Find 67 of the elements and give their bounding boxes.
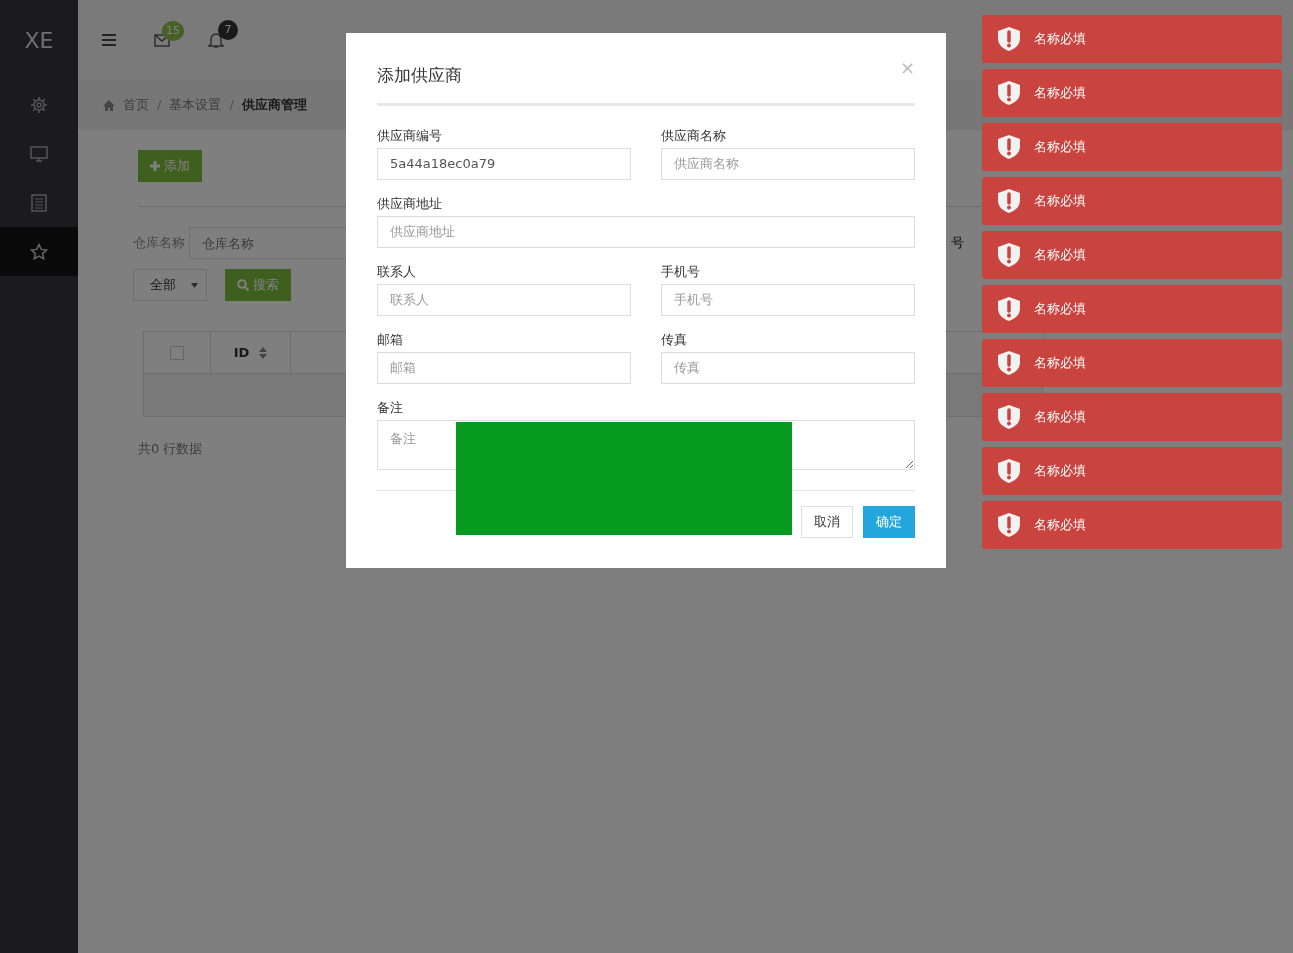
shield-alert-icon <box>998 189 1020 213</box>
confirm-button[interactable]: 确定 <box>863 505 915 538</box>
toast-message: 名称必填 <box>1034 138 1086 157</box>
field-label: 备注 <box>377 399 403 416</box>
shield-alert-icon <box>998 459 1020 483</box>
column-header[interactable]: ID <box>211 332 291 373</box>
shield-alert-icon <box>998 27 1020 51</box>
status-select[interactable]: 全部 <box>133 269 207 301</box>
plus-icon <box>150 161 160 171</box>
toast-message: 名称必填 <box>1034 354 1086 373</box>
shield-alert-icon <box>998 351 1020 375</box>
filter-label: 仓库名称 <box>133 234 185 253</box>
breadcrumb-item: 供应商管理 <box>241 96 307 115</box>
checkbox[interactable] <box>170 345 184 360</box>
bell-icon[interactable] <box>208 32 224 48</box>
logo: XE <box>24 26 54 55</box>
shield-alert-icon <box>998 297 1020 321</box>
field-label: 邮箱 <box>377 331 403 348</box>
search-button[interactable]: 搜索 <box>225 269 291 301</box>
gear-icon <box>30 95 48 114</box>
field-label: 联系人 <box>377 263 416 280</box>
toast-message: 名称必填 <box>1034 192 1086 211</box>
monitor-icon <box>30 144 48 163</box>
toast-message: 名称必填 <box>1034 408 1086 427</box>
toast-message: 名称必填 <box>1034 246 1086 265</box>
close-button[interactable]: × <box>899 59 915 77</box>
toast-message: 名称必填 <box>1034 30 1086 49</box>
add-button[interactable]: 添加 <box>138 150 202 182</box>
field-label: 供应商编号 <box>377 127 442 144</box>
mail-icon[interactable] <box>154 33 170 47</box>
caret-icon <box>191 282 198 288</box>
menu-icon[interactable] <box>102 34 116 46</box>
shield-alert-icon <box>998 81 1020 105</box>
shield-alert-icon <box>998 243 1020 267</box>
input-field[interactable]: 手机号 <box>661 283 915 316</box>
star-icon <box>30 242 48 261</box>
modal-title: 添加供应商 <box>377 64 462 87</box>
field-label: 传真 <box>661 331 687 348</box>
shield-alert-icon <box>998 135 1020 159</box>
input-field[interactable]: 传真 <box>661 351 915 384</box>
shield-alert-icon <box>998 405 1020 429</box>
input-field[interactable]: 供应商地址 <box>377 215 915 248</box>
toast-message: 名称必填 <box>1034 84 1086 103</box>
breadcrumb-item[interactable]: 基本设置 <box>169 95 222 115</box>
toast-message: 名称必填 <box>1034 516 1086 535</box>
sidebar-item[interactable] <box>0 227 78 276</box>
document-icon <box>30 193 48 212</box>
field-label: 供应商地址 <box>377 195 442 212</box>
input-field[interactable]: 供应商名称 <box>661 147 915 180</box>
count-badge: 15 <box>162 21 184 41</box>
count-badge: 7 <box>218 20 238 40</box>
home-icon <box>103 99 115 111</box>
search-icon <box>237 279 249 291</box>
row-count: 共0 行数据 <box>138 441 203 456</box>
breadcrumb-separator: / <box>157 96 162 115</box>
sort-icon <box>259 346 268 359</box>
field-label: 手机号 <box>661 263 700 280</box>
input-field[interactable]: 联系人 <box>377 283 631 316</box>
field-label: 供应商名称 <box>661 127 726 144</box>
toast-message: 名称必填 <box>1034 462 1086 481</box>
filter-label: 号 <box>951 234 964 253</box>
input-field[interactable]: 邮箱 <box>377 351 631 384</box>
toast-message: 名称必填 <box>1034 300 1086 319</box>
cancel-button[interactable]: 取消 <box>801 505 853 538</box>
input-field[interactable]: 5a44a18ec0a79 <box>377 147 631 180</box>
shield-alert-icon <box>998 513 1020 537</box>
breadcrumb-separator: / <box>229 96 234 115</box>
